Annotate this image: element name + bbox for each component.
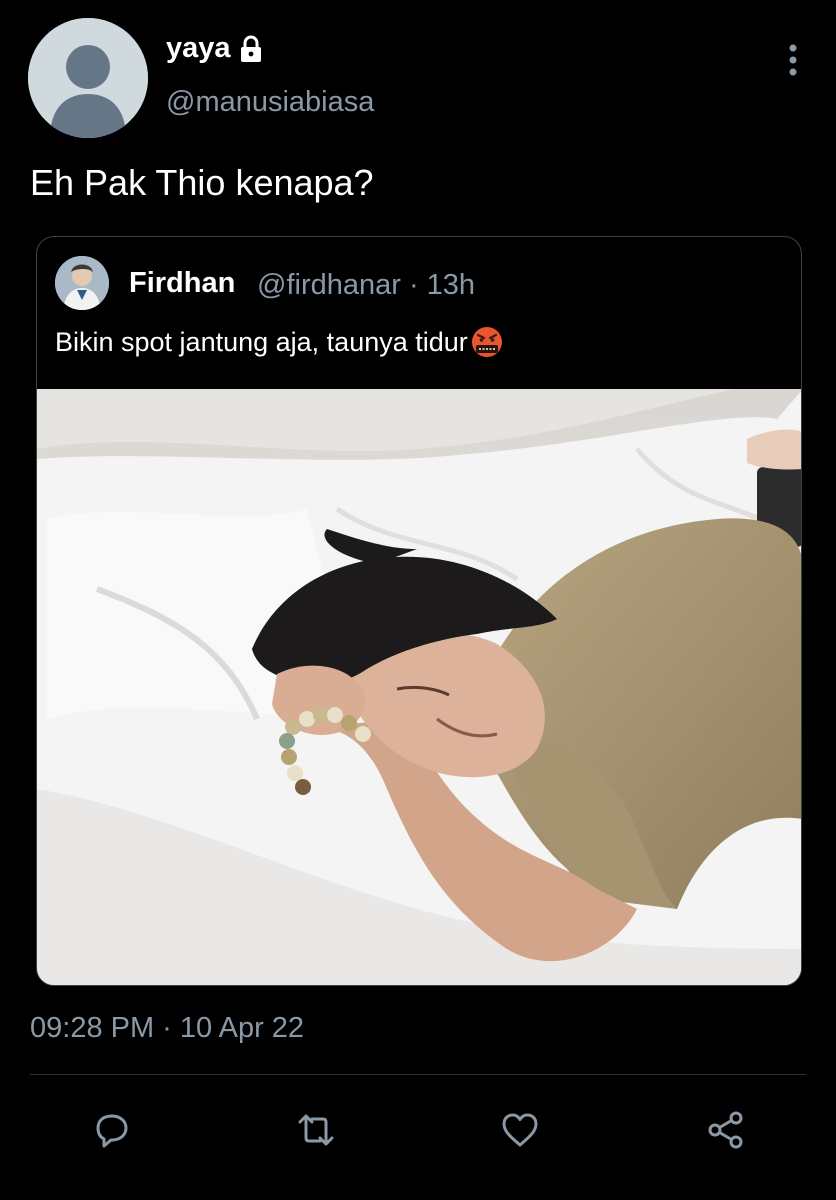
reply-icon [96, 1114, 128, 1148]
tweet-timestamp[interactable]: 09:28 PM · 10 Apr 22 [30, 1012, 304, 1045]
quoted-text-row: Bikin spot jantung aja, taunya tidur [55, 325, 504, 359]
quoted-media-image[interactable] [37, 389, 801, 985]
like-icon [502, 1113, 538, 1147]
author-name-row[interactable]: yaya [166, 32, 263, 65]
author-avatar[interactable] [28, 18, 148, 138]
tweet-text: Eh Pak Thio kenapa? [30, 162, 374, 203]
retweet-button[interactable] [292, 1106, 340, 1154]
reply-button[interactable] [88, 1106, 136, 1154]
face-with-symbols-on-mouth-icon [470, 325, 504, 359]
share-button[interactable] [702, 1106, 750, 1154]
like-button[interactable] [496, 1106, 544, 1154]
quoted-handle-time: @firdhanar · 13h [257, 269, 476, 301]
author-display-name[interactable]: yaya [166, 32, 231, 65]
quoted-author-avatar [55, 256, 109, 310]
action-bar-divider [30, 1074, 806, 1075]
retweet-icon [298, 1114, 334, 1146]
quoted-tweet-card[interactable]: Firdhan @firdhanar · 13h Bikin spot jant… [36, 236, 802, 986]
author-handle[interactable]: @manusiabiasa [166, 86, 374, 119]
more-options-icon[interactable] [786, 40, 800, 80]
quoted-text: Bikin spot jantung aja, taunya tidur [55, 326, 468, 357]
quoted-display-name: Firdhan [129, 267, 236, 299]
share-icon [708, 1111, 743, 1149]
lock-icon [239, 35, 263, 63]
